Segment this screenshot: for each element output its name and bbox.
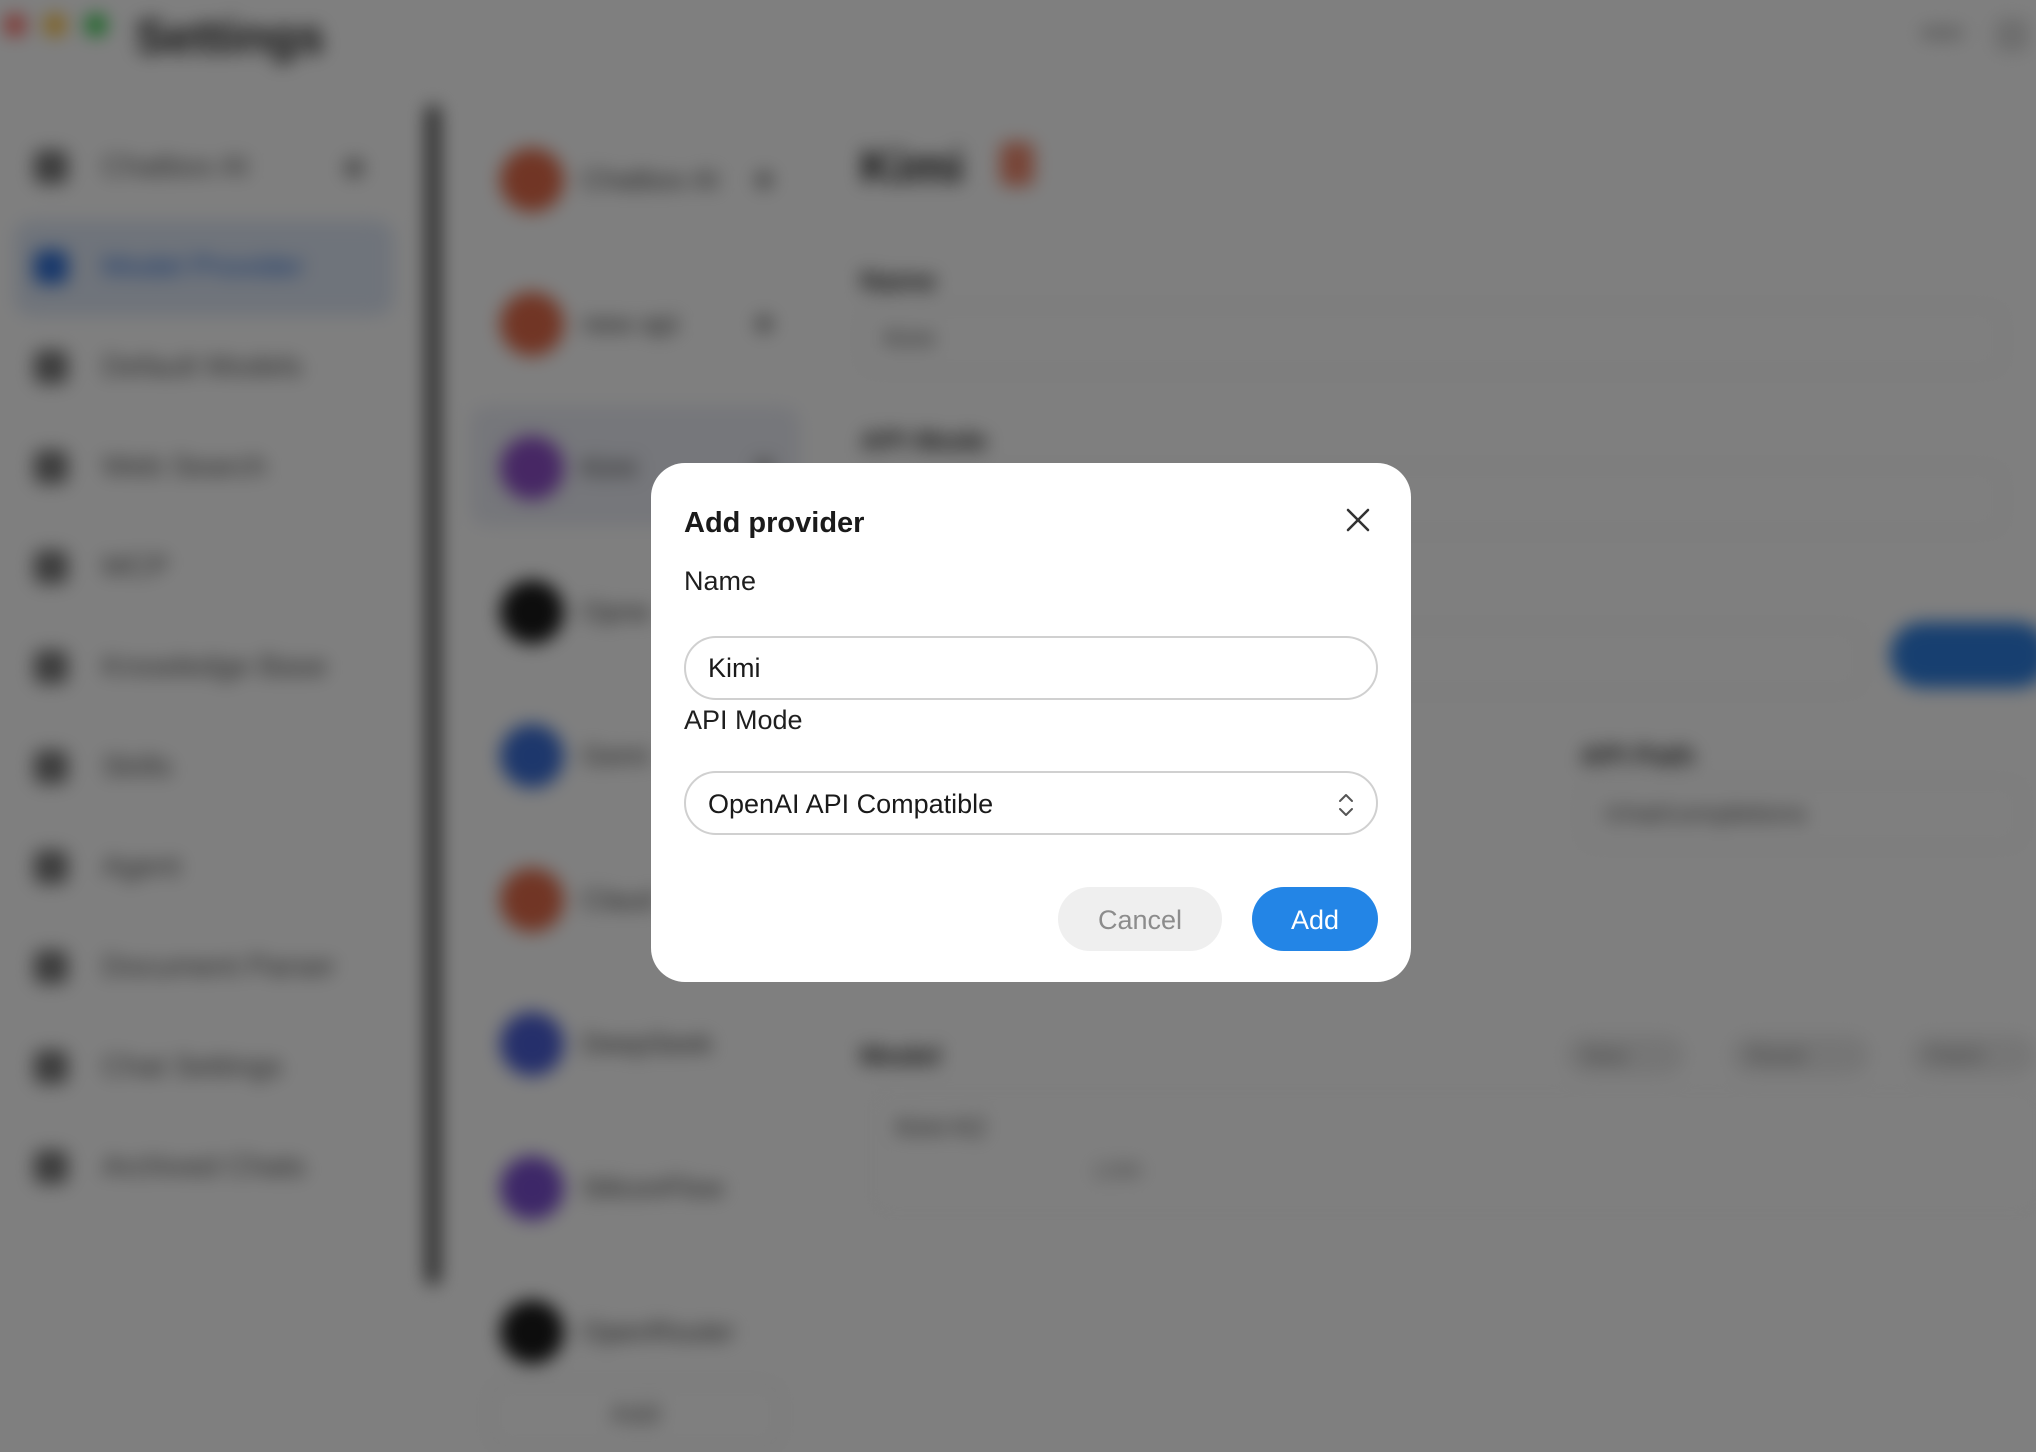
cancel-button[interactable]: Cancel <box>1058 887 1222 951</box>
cancel-button-label: Cancel <box>1097 905 1183 935</box>
name-label: Name <box>684 566 757 596</box>
add-button[interactable]: Add <box>1252 887 1378 951</box>
chevron-up-down-icon <box>1339 794 1353 816</box>
name-input[interactable] <box>708 638 1348 698</box>
close-icon-glyph <box>1346 508 1370 532</box>
api-mode-label: API Mode <box>684 705 803 735</box>
dialog-title: Add provider <box>684 507 865 539</box>
add-button-label: Add <box>1290 905 1340 935</box>
name-input-wrapper <box>684 636 1378 700</box>
add-provider-dialog: Add provider Name API Mode OpenAI API Co… <box>651 463 1411 982</box>
close-icon[interactable] <box>1343 505 1373 535</box>
api-mode-value: OpenAI API Compatible <box>708 789 994 819</box>
api-mode-select[interactable]: OpenAI API Compatible <box>684 771 1378 835</box>
